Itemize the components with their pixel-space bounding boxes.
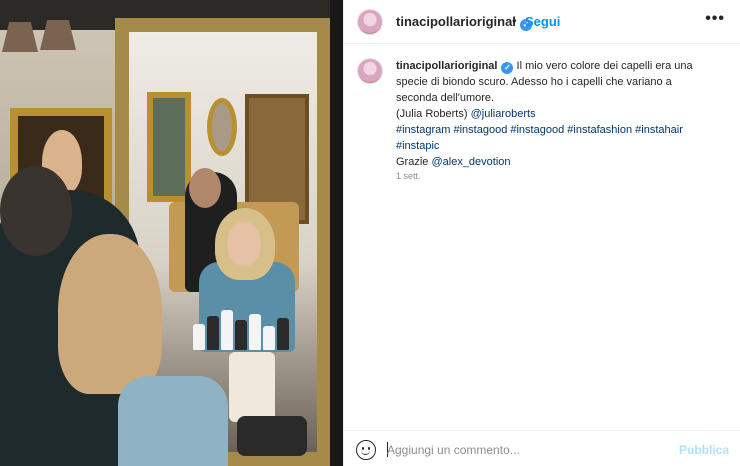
hashtag-link[interactable]: #instafashion <box>567 124 632 136</box>
caption-avatar[interactable] <box>357 58 383 84</box>
follow-button[interactable]: Segui <box>525 14 560 29</box>
avatar[interactable] <box>357 9 383 35</box>
post-caption: tinacipollarioriginal ✓ Il mio vero color… <box>396 58 726 170</box>
verified-badge-icon: ✓ <box>501 62 514 74</box>
hashtag-link[interactable]: #instahair <box>635 124 683 136</box>
foreground-woman-shirt <box>118 376 228 466</box>
hashtag-link[interactable]: #instagram <box>396 124 450 136</box>
caption-paren: (Julia Roberts) <box>396 108 468 120</box>
mention-link[interactable]: @alex_devotion <box>431 156 510 168</box>
caption-username[interactable]: tinacipollarioriginal <box>396 60 497 72</box>
post-timestamp[interactable]: 1 sett. <box>396 171 421 181</box>
mention-link[interactable]: @juliaroberts <box>471 108 536 120</box>
username-text[interactable]: tinacipollarioriginal <box>396 14 516 29</box>
more-options-icon[interactable]: ••• <box>705 10 725 28</box>
post-header: tinacipollarioriginal ✓ • Segui ••• <box>344 0 740 44</box>
caption-text: Il mio vero colore dei capelli era una <box>516 60 693 72</box>
post-side-panel: tinacipollarioriginal ✓ • Segui ••• tinac… <box>343 0 740 466</box>
foreground-woman <box>58 234 162 394</box>
photo-edge <box>330 0 343 466</box>
hashtag-link[interactable]: #instapic <box>396 140 439 152</box>
foreground-man-head <box>0 166 72 256</box>
hashtag-link[interactable]: #instagood <box>453 124 507 136</box>
comment-bar: Pubblica <box>344 430 740 466</box>
separator-dot: • <box>512 13 517 28</box>
emoji-icon[interactable] <box>356 440 376 460</box>
post-photo[interactable] <box>0 0 343 466</box>
comment-input[interactable] <box>387 441 657 459</box>
caption-text: seconda dell'umore. <box>396 92 495 104</box>
caption-thanks: Grazie <box>396 156 429 168</box>
hashtag-link[interactable]: #instagood <box>510 124 564 136</box>
caption-text: specie di biondo scuro. Adesso ho i cape… <box>396 76 672 88</box>
publish-button[interactable]: Pubblica <box>679 443 729 457</box>
